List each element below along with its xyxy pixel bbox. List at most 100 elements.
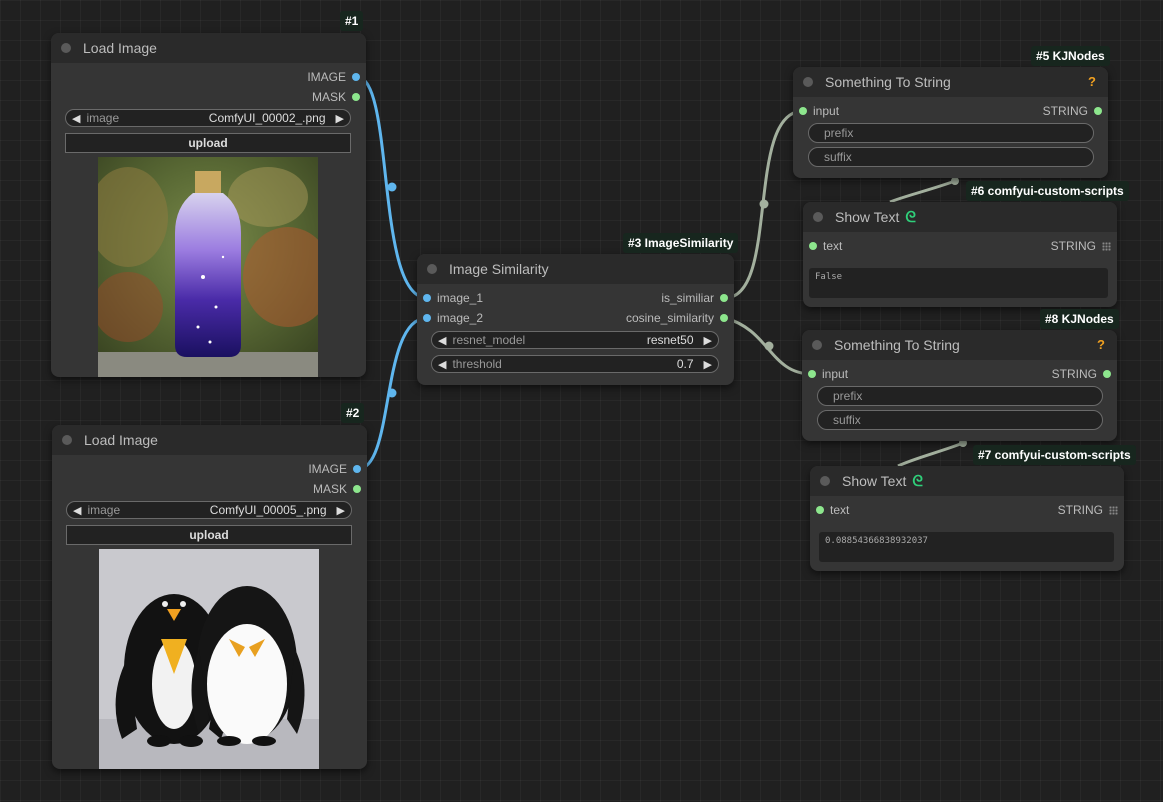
decrement-arrow-icon[interactable]: ◀ (438, 334, 446, 347)
wire-midpoint[interactable] (387, 182, 397, 192)
help-icon[interactable]: ? (1088, 74, 1096, 89)
input-dot[interactable] (423, 314, 431, 322)
collapse-dot[interactable] (427, 264, 437, 274)
node-badge: #5 KJNodes (1031, 46, 1110, 66)
increment-arrow-icon[interactable]: ▶ (336, 112, 344, 125)
widget-label: image (86, 111, 120, 125)
output-dot[interactable] (353, 465, 361, 473)
show-text-node-6[interactable]: Show Text ᘓ text STRING False (803, 202, 1117, 307)
pysssss-snake-icon: ᘓ (912, 472, 923, 490)
slot-label: text (823, 239, 843, 253)
galaxy-bottle-image (98, 157, 318, 377)
output-dot[interactable] (1103, 370, 1111, 378)
upload-button[interactable]: upload (65, 133, 351, 153)
increment-arrow-icon[interactable]: ▶ (704, 358, 712, 371)
input-dot[interactable] (799, 107, 807, 115)
input-slot-text[interactable]: text (809, 237, 842, 255)
penguin-plush-image (99, 549, 319, 769)
output-dot[interactable] (720, 294, 728, 302)
increment-arrow-icon[interactable]: ▶ (337, 504, 345, 517)
node-title-bar[interactable]: Show Text ᘓ (803, 202, 1117, 232)
node-title: Something To String (834, 337, 960, 353)
upload-button[interactable]: upload (66, 525, 352, 545)
show-text-node-7[interactable]: Show Text ᘓ text STRING 0.08854366838932… (810, 466, 1124, 571)
collapse-dot[interactable] (820, 476, 830, 486)
decrement-arrow-icon[interactable]: ◀ (72, 112, 80, 125)
collapse-dot[interactable] (812, 340, 822, 350)
output-slot-mask[interactable]: MASK (313, 480, 361, 498)
node-title-bar[interactable]: Load Image (52, 425, 367, 455)
wire-string8[interactable] (897, 441, 964, 468)
something-to-string-node-5[interactable]: Something To String ? input STRING prefi… (793, 67, 1108, 178)
input-dot[interactable] (423, 294, 431, 302)
output-slot-string[interactable]: STRING (1058, 501, 1118, 519)
collapse-dot[interactable] (62, 435, 72, 445)
node-title-bar[interactable]: Load Image (51, 33, 366, 63)
wire-midpoint[interactable] (951, 177, 959, 185)
resnet-model-combo[interactable]: ◀ resnet_model resnet50 ▶ (431, 331, 719, 349)
output-slot-image[interactable]: IMAGE (308, 460, 361, 478)
node-title-bar[interactable]: Something To String ? (802, 330, 1117, 360)
decrement-arrow-icon[interactable]: ◀ (438, 358, 446, 371)
widget-label: resnet_model (452, 333, 526, 347)
slot-label: image_1 (437, 291, 484, 305)
output-slot-string[interactable]: STRING (1052, 365, 1111, 383)
output-dot[interactable] (353, 485, 361, 493)
wire-midpoint[interactable] (759, 199, 769, 209)
wire-string5[interactable] (889, 179, 956, 204)
image-combo-widget[interactable]: ◀ image ComfyUI_00005_.png ▶ (66, 501, 352, 519)
load-image-node-1[interactable]: Load Image IMAGE MASK ◀ image ComfyUI_00… (51, 33, 366, 377)
wire-is-similiar[interactable] (724, 109, 804, 300)
input-dot[interactable] (808, 370, 816, 378)
slot-label: image_2 (437, 311, 484, 325)
suffix-field[interactable]: suffix (808, 147, 1094, 167)
input-dot[interactable] (809, 242, 817, 250)
output-slot-string[interactable]: STRING (1043, 102, 1102, 120)
image-combo-widget[interactable]: ◀ image ComfyUI_00002_.png ▶ (65, 109, 351, 127)
node-title: Something To String (825, 74, 951, 90)
output-slot-mask[interactable]: MASK (312, 88, 360, 106)
output-slot-is-similiar[interactable]: is_similiar (661, 289, 728, 307)
slot-label: cosine_similarity (625, 311, 714, 325)
output-dot[interactable] (352, 93, 360, 101)
list-output-icon[interactable] (1109, 505, 1118, 515)
output-dot[interactable] (720, 314, 728, 322)
output-slot-image[interactable]: IMAGE (307, 68, 360, 86)
wire-cosine[interactable] (724, 316, 813, 376)
widget-value: ComfyUI_00005_.png (209, 503, 327, 517)
load-image-node-2[interactable]: Load Image IMAGE MASK ◀ image ComfyUI_00… (52, 425, 367, 769)
suffix-field[interactable]: suffix (817, 410, 1103, 430)
collapse-dot[interactable] (813, 212, 823, 222)
something-to-string-node-8[interactable]: Something To String ? input STRING prefi… (802, 330, 1117, 441)
threshold-number-widget[interactable]: ◀ threshold 0.7 ▶ (431, 355, 719, 373)
node-title: Load Image (84, 432, 158, 448)
node-badge: #2 (341, 403, 365, 423)
help-icon[interactable]: ? (1097, 337, 1105, 352)
node-title-bar[interactable]: Something To String ? (793, 67, 1108, 97)
input-slot-input[interactable]: input (799, 102, 839, 120)
input-dot[interactable] (816, 506, 824, 514)
collapse-dot[interactable] (803, 77, 813, 87)
input-slot-image-1[interactable]: image_1 (423, 289, 483, 307)
image-similarity-node[interactable]: Image Similarity image_1 image_2 is_simi… (417, 254, 734, 385)
wire-midpoint[interactable] (764, 341, 774, 351)
prefix-field[interactable]: prefix (808, 123, 1094, 143)
increment-arrow-icon[interactable]: ▶ (704, 334, 712, 347)
node-title-bar[interactable]: Image Similarity (417, 254, 734, 284)
collapse-dot[interactable] (61, 43, 71, 53)
output-dot[interactable] (352, 73, 360, 81)
node-title: Show Text (842, 473, 907, 489)
input-slot-image-2[interactable]: image_2 (423, 309, 483, 327)
wire-midpoint[interactable] (387, 388, 397, 398)
output-slot-string[interactable]: STRING (1051, 237, 1111, 255)
output-slot-cosine-similarity[interactable]: cosine_similarity (626, 309, 728, 327)
output-dot[interactable] (1094, 107, 1102, 115)
prefix-field[interactable]: prefix (817, 386, 1103, 406)
widget-label: image (87, 503, 121, 517)
input-slot-input[interactable]: input (808, 365, 848, 383)
input-slot-text[interactable]: text (816, 501, 849, 519)
image-preview (99, 549, 319, 769)
node-title-bar[interactable]: Show Text ᘓ (810, 466, 1124, 496)
list-output-icon[interactable] (1102, 241, 1111, 251)
decrement-arrow-icon[interactable]: ◀ (73, 504, 81, 517)
